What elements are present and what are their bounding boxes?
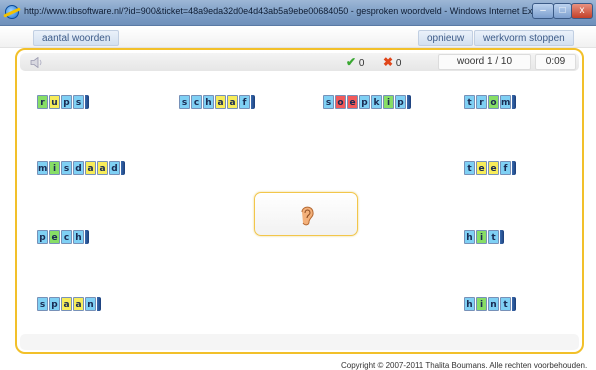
timer: 0:09: [535, 54, 576, 70]
letter-tile: s: [73, 95, 84, 109]
close-button[interactable]: x: [571, 3, 593, 19]
word-tile-pech[interactable]: pech: [37, 230, 89, 244]
bottom-bar: [20, 334, 579, 350]
letter-tile: t: [488, 230, 499, 244]
letter-tile: c: [191, 95, 202, 109]
letter-tile: n: [488, 297, 499, 311]
word-progress: woord 1 / 10: [438, 54, 531, 70]
word-end-cap: [512, 95, 516, 109]
letter-tile: a: [61, 297, 72, 311]
letter-tile: m: [37, 161, 48, 175]
letter-tile: p: [49, 297, 60, 311]
letter-tile: e: [488, 161, 499, 175]
letter-tile: a: [85, 161, 96, 175]
minimize-button[interactable]: –: [532, 3, 554, 19]
letter-tile: n: [85, 297, 96, 311]
letter-tile: i: [49, 161, 60, 175]
play-word-button[interactable]: [254, 192, 358, 236]
correct-score: ✔ 0: [346, 55, 365, 69]
ear-icon: [301, 206, 314, 226]
word-end-cap: [85, 230, 89, 244]
game-toolbar: aantal woorden opnieuw werkvorm stoppen: [0, 27, 596, 48]
letter-tile: a: [97, 161, 108, 175]
letter-tile: p: [61, 95, 72, 109]
letter-tile: s: [61, 161, 72, 175]
letter-tile: k: [371, 95, 382, 109]
letter-tile: h: [203, 95, 214, 109]
letter-tile: a: [227, 95, 238, 109]
letter-tile: t: [464, 161, 475, 175]
word-end-cap: [85, 95, 89, 109]
word-tile-spaan[interactable]: spaan: [37, 297, 101, 311]
word-tile-schaaf[interactable]: schaaf: [179, 95, 255, 109]
letter-tile: u: [49, 95, 60, 109]
letter-tile: t: [464, 95, 475, 109]
word-end-cap: [512, 161, 516, 175]
letter-tile: o: [335, 95, 346, 109]
letter-tile: p: [37, 230, 48, 244]
letter-tile: i: [476, 297, 487, 311]
window-titlebar: http://www.tibsoftware.nl/?id=900&ticket…: [0, 0, 596, 26]
speaker-icon[interactable]: [30, 57, 44, 68]
word-tile-rups[interactable]: rups: [37, 95, 89, 109]
letter-tile: t: [500, 297, 511, 311]
letter-tile: r: [37, 95, 48, 109]
letter-tile: h: [464, 297, 475, 311]
letter-tile: e: [347, 95, 358, 109]
letter-tile: f: [239, 95, 250, 109]
word-end-cap: [251, 95, 255, 109]
letter-tile: s: [179, 95, 190, 109]
word-tile-teef[interactable]: teef: [464, 161, 516, 175]
letter-tile: r: [476, 95, 487, 109]
letter-tile: i: [476, 230, 487, 244]
word-tile-hit[interactable]: hit: [464, 230, 504, 244]
letter-tile: s: [323, 95, 334, 109]
letter-tile: i: [383, 95, 394, 109]
letter-tile: p: [359, 95, 370, 109]
letter-tile: h: [464, 230, 475, 244]
word-end-cap: [97, 297, 101, 311]
letter-tile: d: [109, 161, 120, 175]
restart-button[interactable]: opnieuw: [418, 30, 474, 46]
word-end-cap: [512, 297, 516, 311]
word-end-cap: [500, 230, 504, 244]
letter-tile: e: [476, 161, 487, 175]
window-title: http://www.tibsoftware.nl/?id=900&ticket…: [24, 6, 556, 16]
status-bar: ✔ 0 ✖ 0 woord 1 / 10 0:09: [20, 53, 579, 71]
word-tile-soepkip[interactable]: soepkip: [323, 95, 411, 109]
letter-tile: d: [73, 161, 84, 175]
letter-tile: o: [488, 95, 499, 109]
letter-tile: s: [37, 297, 48, 311]
letter-tile: h: [73, 230, 84, 244]
word-count-button[interactable]: aantal woorden: [33, 30, 120, 46]
letter-tile: a: [215, 95, 226, 109]
word-tile-hint[interactable]: hint: [464, 297, 516, 311]
correct-count: 0: [358, 58, 365, 69]
maximize-button[interactable]: □: [553, 3, 572, 19]
letter-tile: p: [395, 95, 406, 109]
internet-explorer-icon: [5, 5, 19, 19]
wrong-count: 0: [395, 58, 402, 69]
letter-tile: f: [500, 161, 511, 175]
word-tile-trom[interactable]: trom: [464, 95, 516, 109]
word-end-cap: [407, 95, 411, 109]
cross-icon: ✖: [383, 55, 394, 69]
word-tile-misdaad[interactable]: misdaad: [37, 161, 125, 175]
letter-tile: a: [73, 297, 84, 311]
game-area: ✔ 0 ✖ 0 woord 1 / 10 0:09 rupsschaafsoep…: [15, 48, 584, 354]
wrong-score: ✖ 0: [383, 55, 402, 69]
letter-tile: c: [61, 230, 72, 244]
stop-exercise-button[interactable]: werkvorm stoppen: [474, 30, 574, 46]
word-end-cap: [121, 161, 125, 175]
letter-tile: e: [49, 230, 60, 244]
checkmark-icon: ✔: [346, 55, 357, 69]
letter-tile: m: [500, 95, 511, 109]
